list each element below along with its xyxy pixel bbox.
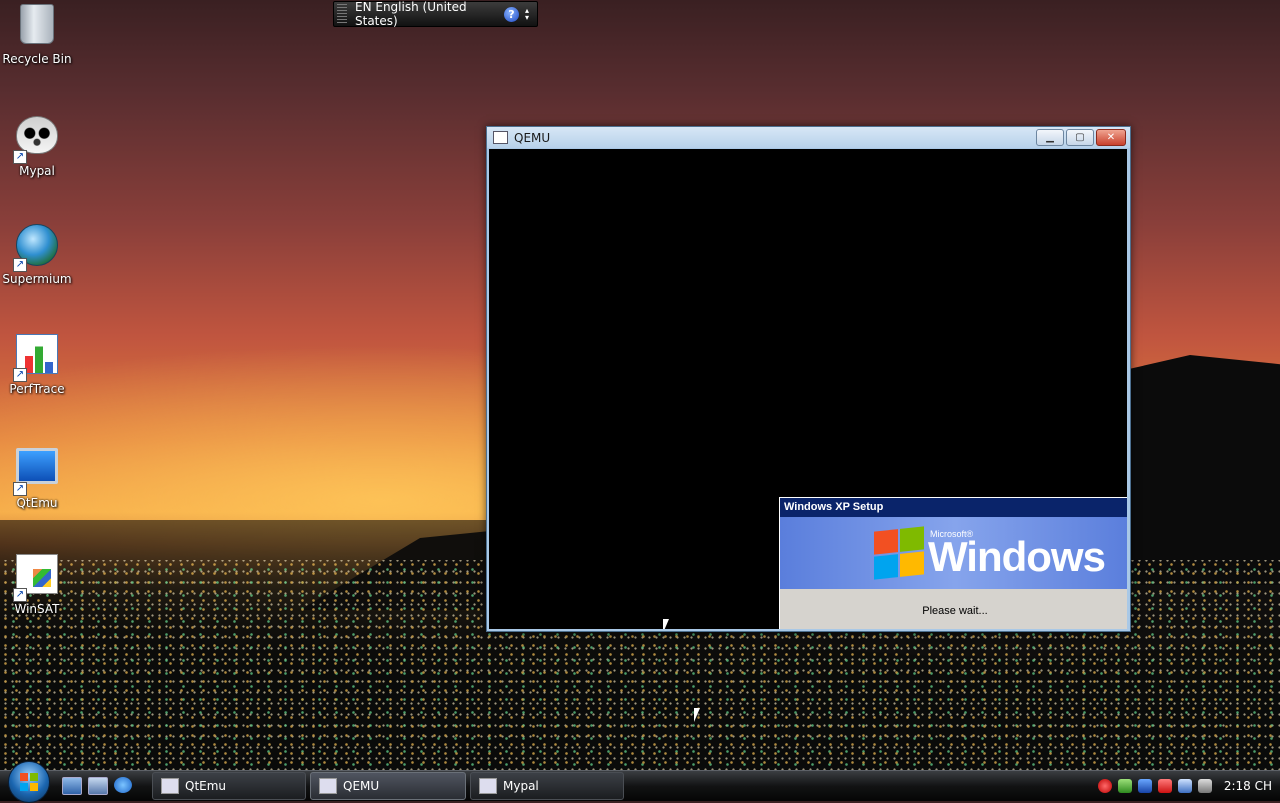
mypal-icon: ↗	[13, 116, 59, 164]
wallpaper-mountain	[1130, 355, 1280, 585]
supermium-icon: ↗	[13, 224, 59, 272]
desktop-icon-label: Recycle Bin	[2, 52, 72, 66]
volume-muted-icon[interactable]	[1197, 779, 1212, 793]
mypal-icon	[479, 778, 497, 794]
shortcut-arrow-icon: ↗	[13, 588, 27, 602]
taskbar-button-qtemu[interactable]: QtEmu	[152, 772, 306, 800]
switch-windows-icon[interactable]	[88, 777, 108, 795]
window-titlebar[interactable]: QEMU ▁ ▢ ✕	[487, 127, 1130, 148]
network-error-icon[interactable]	[1157, 779, 1172, 793]
language-bar[interactable]: EN English (United States) ? ▴ ▾	[333, 0, 538, 28]
update-check-icon[interactable]	[1117, 779, 1132, 793]
minimize-button[interactable]: ▁	[1036, 129, 1064, 146]
desktop-icon-qtemu[interactable]: ↗ QtEmu	[0, 442, 74, 510]
desktop-icon-label: QtEmu	[16, 496, 58, 510]
system-tray: 2:18 CH	[1097, 779, 1272, 793]
desktop-icon-supermium[interactable]: ↗ Supermium	[0, 222, 74, 286]
mouse-cursor-icon	[694, 708, 706, 722]
winsat-icon: ↗	[13, 554, 59, 602]
taskbar-button-qemu[interactable]: QEMU	[310, 772, 466, 800]
windows-wordmark: Windows	[928, 533, 1106, 580]
drag-handle-icon[interactable]	[337, 4, 347, 24]
close-button[interactable]: ✕	[1096, 129, 1126, 146]
xp-setup-title: Windows XP Setup	[780, 498, 1127, 517]
desktop-icon-label: PerfTrace	[9, 382, 65, 396]
perftrace-icon: ↗	[13, 334, 59, 382]
show-desktop-icon[interactable]	[62, 777, 82, 795]
network-icon[interactable]	[1137, 779, 1152, 793]
taskbar-button-label: QEMU	[343, 779, 380, 793]
shortcut-arrow-icon: ↗	[13, 482, 27, 496]
qemu-window[interactable]: QEMU ▁ ▢ ✕ Windows XP Setup Microsoft® W…	[486, 126, 1131, 632]
taskbar: QtEmu QEMU Mypal 2:18 CH	[0, 761, 1280, 803]
qemu-icon	[319, 778, 337, 794]
window-title: QEMU	[514, 130, 551, 145]
options-chevron-icon[interactable]: ▴ ▾	[525, 7, 533, 22]
desktop-icon-label: Mypal	[19, 164, 55, 178]
recycle-bin-icon	[15, 4, 59, 48]
display-icon[interactable]	[1177, 779, 1192, 793]
qtemu-icon	[161, 778, 179, 794]
app-icon[interactable]	[493, 131, 508, 144]
qtemu-icon: ↗	[13, 448, 59, 496]
desktop-icon-label: WinSAT	[14, 602, 60, 616]
taskbar-button-label: Mypal	[503, 779, 539, 793]
shortcut-arrow-icon: ↗	[13, 150, 27, 164]
maximize-button[interactable]: ▢	[1066, 129, 1094, 146]
vm-display[interactable]: Windows XP Setup Microsoft® Windows Plea…	[489, 149, 1127, 629]
quick-launch	[62, 777, 132, 795]
status-message: Please wait...	[922, 605, 988, 617]
windows-logo-banner: Microsoft® Windows	[780, 517, 1127, 589]
desktop-icon-label: Supermium	[2, 272, 72, 286]
desktop-icon-winsat[interactable]: ↗ WinSAT	[0, 552, 74, 616]
desktop-icon-mypal[interactable]: ↗ Mypal	[0, 112, 74, 178]
guest-cursor-icon	[663, 619, 675, 629]
language-label[interactable]: EN English (United States)	[355, 0, 504, 28]
internet-explorer-icon[interactable]	[114, 777, 132, 793]
help-icon[interactable]: ?	[504, 6, 519, 22]
desktop-icon-perftrace[interactable]: ↗ PerfTrace	[0, 332, 74, 396]
shortcut-arrow-icon: ↗	[13, 258, 27, 272]
xp-setup-dialog: Windows XP Setup Microsoft® Windows Plea…	[779, 497, 1127, 629]
shortcut-arrow-icon: ↗	[13, 368, 27, 382]
taskbar-button-label: QtEmu	[185, 779, 227, 793]
desktop-icon-recycle-bin[interactable]: Recycle Bin	[0, 2, 74, 66]
windows-flag-icon	[874, 526, 924, 580]
clock[interactable]: 2:18 CH	[1224, 779, 1272, 793]
start-button[interactable]	[8, 761, 50, 803]
security-alert-icon[interactable]	[1097, 779, 1112, 793]
taskbar-button-mypal[interactable]: Mypal	[470, 772, 624, 800]
